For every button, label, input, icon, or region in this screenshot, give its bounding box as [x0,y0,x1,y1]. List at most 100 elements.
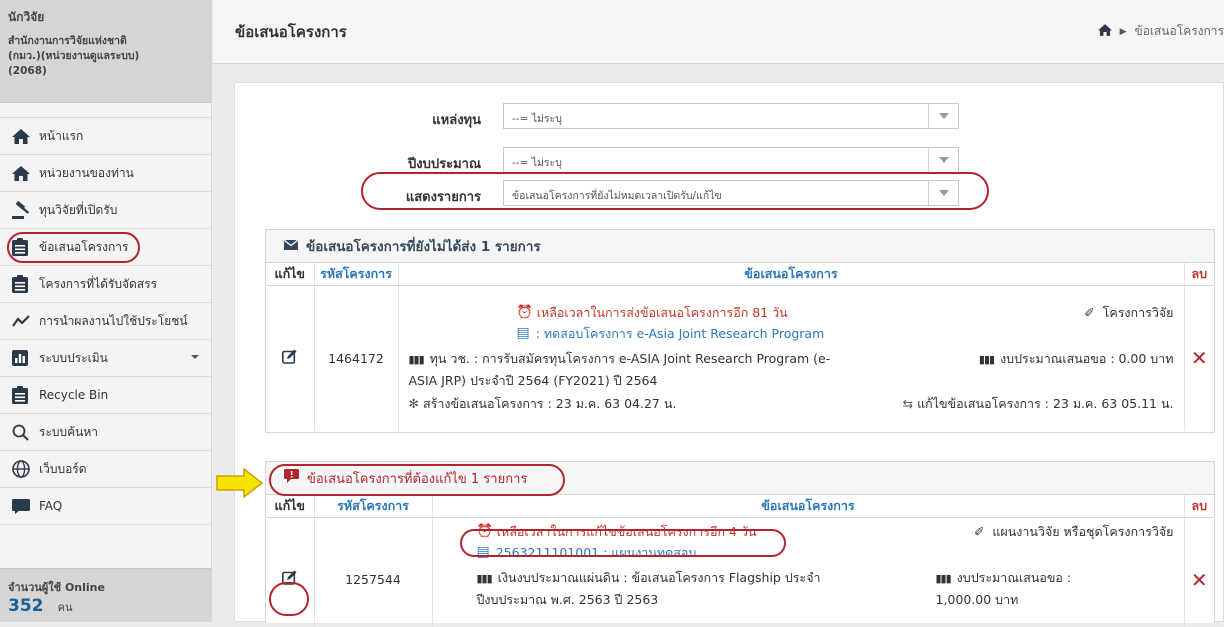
unsent-proposals-table: แก้ไข รหัสโครงการ ข้อเสนอโครงการ ลบ 1464… [266,263,1214,431]
fiscal-year-label: ปีงบประมาณ [408,157,481,172]
chevron-down-icon [928,148,958,172]
user-role: นักวิจัย [8,10,45,24]
sidebar-item-proposals[interactable]: ข้อเสนอโครงการ [0,229,211,266]
project-name-link[interactable]: ▤: ทดสอบโครงการ e-Asia Joint Research Pr… [517,323,825,344]
project-type: ✐ โครงการวิจัย [1084,302,1173,323]
sidebar-item-label: หน้าแรก [39,128,84,143]
home-icon[interactable] [1097,24,1112,39]
sidebar-item-evaluation[interactable]: ระบบประเมิน [0,340,211,377]
col-delete: ลบ [1184,263,1214,286]
sidebar-item-recycle-bin[interactable]: Recycle Bin [0,377,211,414]
line-chart-icon [12,312,36,330]
table-header-row: แก้ไข รหัสโครงการ ข้อเสนอโครงการ ลบ [266,495,1214,518]
online-users-label: จำนวนผู้ใช้ Online [8,581,105,594]
sidebar-item-search[interactable]: ระบบค้นหา [0,414,211,451]
breadcrumb-current: ข้อเสนอโครงการ [1134,24,1224,38]
clipboard-icon [12,386,36,404]
clock-icon: ⏰ [516,305,533,321]
pin-icon: ✐ [973,523,985,539]
main-panel: แหล่งทุน --= ไม่ระบุ ปีงบประมาณ --= ไม่ร… [234,82,1224,627]
highlight-oval [7,232,140,263]
fund-source-value: --= ไม่ระบุ [512,113,562,125]
sidebar-item-faq[interactable]: FAQ [0,488,211,525]
col-code: รหัสโครงการ [314,495,433,518]
swap-icon: ⇆ [902,396,914,412]
project-code: 1464172 [314,285,399,431]
sidebar-item-utilization[interactable]: การนำผลงานไปใช้ประโยชน์ [0,303,211,340]
sidebar-item-label: ระบบประเมิน [39,350,108,365]
barcode-icon: ▮▮▮ [476,571,493,585]
sparkle-icon: ✻ [408,396,419,412]
pointer-arrow-icon [216,468,264,498]
project-type: ✐ แผนงานวิจัย หรือชุดโครงการวิจัย [974,521,1174,542]
filter-display: แสดงรายการ ข้อเสนอโครงการที่ยังไม่หมดเวล… [235,180,1224,206]
display-select[interactable]: ข้อเสนอโครงการที่ยังไม่หมดเวลาเปิดรับ/แก… [503,180,959,206]
sidebar-item-label: FAQ [39,499,63,513]
table-header-row: แก้ไข รหัสโครงการ ข้อเสนอโครงการ ลบ [266,263,1214,286]
created-date: ✻ สร้างข้อเสนอโครงการ : 23 ม.ค. 63 04.27 … [408,396,677,412]
time-remaining: ⏰ เหลือเวลาในการแก้ไขข้อเสนอโครงการอีก 4 … [477,521,757,542]
section-title: ข้อเสนอโครงการที่ต้องแก้ไข 1 รายการ [307,471,528,487]
col-code: รหัสโครงการ [314,263,399,286]
modified-date: ⇆ แก้ไขข้อเสนอโครงการ : 23 ม.ค. 63 05.11 … [902,396,1174,412]
delete-cell: ✕ [1184,517,1214,627]
sidebar-item-home[interactable]: หน้าแรก [0,118,211,155]
col-edit: แก้ไข [266,263,315,286]
user-info: นักวิจัย สำนักงานการวิจัยแห่งชาติ (กมว.)… [0,0,211,103]
project-code: 1257544 [314,517,433,627]
proposal-cell: ⏰ เหลือเวลาในการแก้ไขข้อเสนอโครงการอีก 4 … [432,517,1185,627]
budget-info: ▮▮▮ งบประมาณเสนอขอ :1,000.00 บาท [935,569,1072,607]
sidebar-nav: หน้าแรก หน่วยงานของท่าน ทุนวิจัยที่เปิดร… [0,117,211,525]
sidebar-item-label: ระบบค้นหา [39,424,99,439]
clock-icon: ⏰ [476,523,493,539]
revise-proposals-section: ข้อเสนอโครงการที่ต้องแก้ไข 1 รายการ แก้ไ… [265,461,1215,627]
document-icon: ▤ [476,543,490,560]
sidebar-item-my-agency[interactable]: หน่วยงานของท่าน [0,155,211,192]
fund-source-select[interactable]: --= ไม่ระบุ [503,103,959,129]
delete-icon[interactable]: ✕ [1191,346,1208,370]
edit-icon[interactable] [282,570,297,588]
user-org-unit: (กมว.)(หน่วยงานดูแลระบบ) [8,50,140,62]
barcode-icon: ▮▮▮ [935,571,952,585]
proposal-cell: ⏰ เหลือเวลาในการส่งข้อเสนอโครงการอีก 81 ว… [398,285,1185,431]
sidebar-item-label: เว็บบอร์ด [39,461,87,476]
budget-info: ▮▮▮ งบประมาณเสนอขอ : 0.00 บาท [978,351,1174,367]
barcode-icon: ▮▮▮ [408,353,425,367]
sidebar-item-label: ทุนวิจัยที่เปิดรับ [39,202,118,217]
online-users-unit: คน [57,601,73,614]
display-value: ข้อเสนอโครงการที่ยังไม่หมดเวลาเปิดรับ/แก… [512,190,722,202]
user-org: สำนักงานการวิจัยแห่งชาติ [8,35,127,47]
filter-fiscal-year: ปีงบประมาณ --= ไม่ระบุ [235,147,1224,173]
online-users-count: 352 [8,596,44,616]
home-icon [12,164,36,182]
filter-fund-source: แหล่งทุน --= ไม่ระบุ [235,103,1224,129]
fiscal-year-select[interactable]: --= ไม่ระบุ [503,147,959,173]
sidebar-item-funded-projects[interactable]: โครงการที่ได้รับจัดสรร [0,266,211,303]
col-proposal: ข้อเสนอโครงการ [432,495,1185,518]
col-edit: แก้ไข [266,495,315,518]
delete-icon[interactable]: ✕ [1191,568,1208,592]
sidebar-item-label: หน่วยงานของท่าน [39,165,134,180]
chevron-down-icon [928,181,958,205]
time-remaining: ⏰ เหลือเวลาในการส่งข้อเสนอโครงการอีก 81 ว… [517,302,788,323]
edit-icon[interactable] [282,349,297,367]
project-name-link[interactable]: ▤ 2563211101001 : แผนงานทดสอบ [477,542,697,563]
page-title: ข้อเสนอโครงการ [235,23,347,41]
breadcrumb: ▶ ข้อเสนอโครงการ [1097,22,1224,41]
sidebar-item-webboard[interactable]: เว็บบอร์ด [0,451,211,488]
online-users: จำนวนผู้ใช้ Online 352 คน [0,568,211,622]
delete-cell: ✕ [1184,285,1214,431]
col-proposal: ข้อเสนอโครงการ [398,263,1185,286]
section-header: ข้อเสนอโครงการที่ต้องแก้ไข 1 รายการ [266,462,1214,495]
revise-proposals-table: แก้ไข รหัสโครงการ ข้อเสนอโครงการ ลบ 1257… [266,495,1214,627]
document-icon: ▤ [516,325,530,342]
chevron-down-icon [928,104,958,128]
section-title: ข้อเสนอโครงการที่ยังไม่ได้ส่ง 1 รายการ [306,239,541,255]
sidebar-item-label: โครงการที่ได้รับจัดสรร [39,276,158,291]
fund-info: ▮▮▮ เงินงบประมาณแผ่นดิน : ข้อเสนอโครงการ … [476,569,821,607]
fund-source-label: แหล่งทุน [432,113,481,128]
chat-icon [12,497,36,515]
fiscal-year-value: --= ไม่ระบุ [512,157,562,169]
sidebar-item-open-grants[interactable]: ทุนวิจัยที่เปิดรับ [0,192,211,229]
col-delete: ลบ [1184,495,1214,518]
